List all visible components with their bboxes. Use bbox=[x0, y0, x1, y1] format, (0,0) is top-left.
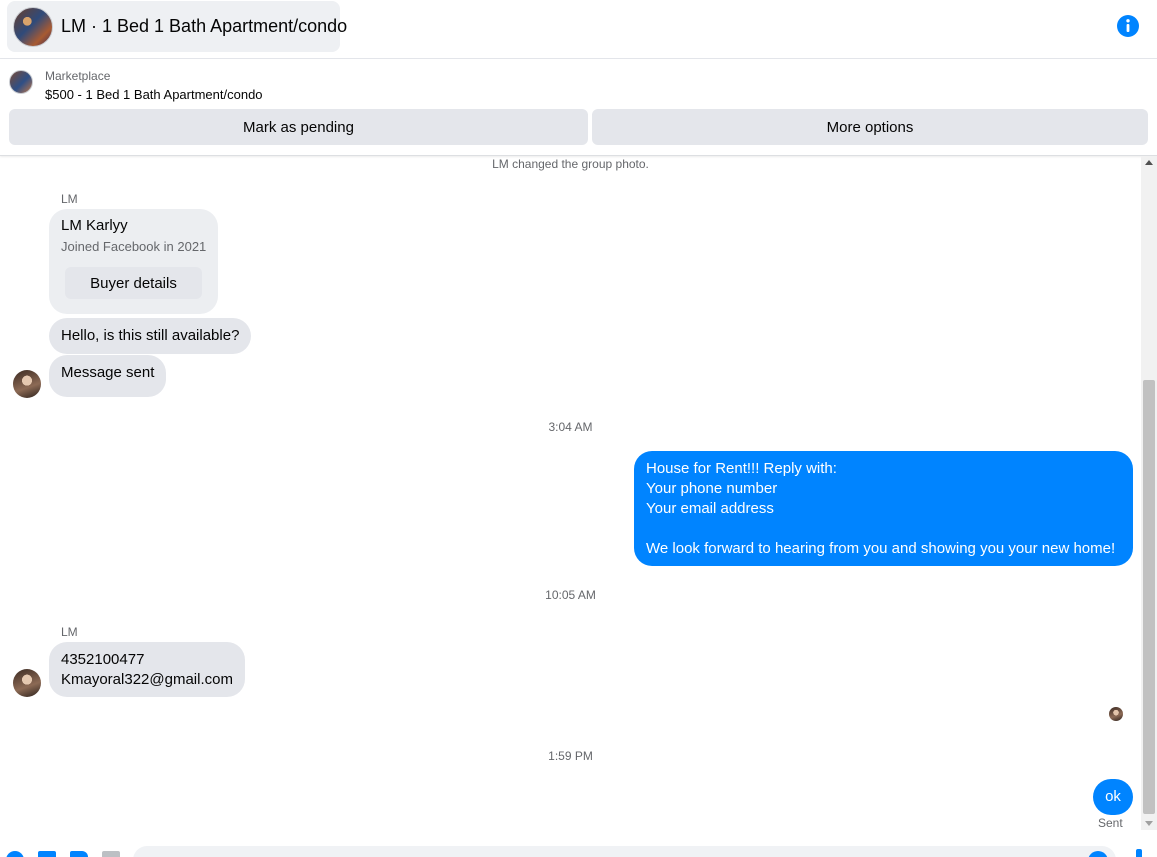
info-icon[interactable] bbox=[1117, 15, 1139, 37]
mark-as-pending-button[interactable]: Mark as pending bbox=[9, 109, 588, 145]
contact-avatar[interactable] bbox=[13, 669, 41, 697]
gallery-icon[interactable] bbox=[38, 851, 56, 857]
sender-name: LM bbox=[61, 192, 78, 206]
thread-scrollbar[interactable] bbox=[1141, 156, 1157, 830]
seen-by-avatar bbox=[1109, 707, 1123, 721]
system-note: LM changed the group photo. bbox=[492, 157, 649, 171]
buyer-card: LM Karlyy Joined Facebook in 2021 Buyer … bbox=[49, 209, 218, 314]
message-bubble-incoming[interactable]: Hello, is this still available? bbox=[49, 318, 252, 354]
timestamp: 10:05 AM bbox=[545, 588, 596, 602]
message-bubble-outgoing[interactable]: House for Rent!!! Reply with: Your phone… bbox=[634, 451, 1133, 566]
sticker-icon[interactable] bbox=[70, 851, 88, 857]
message-bubble-incoming[interactable]: Message sent bbox=[49, 355, 167, 397]
scroll-down-arrow-icon[interactable] bbox=[1145, 821, 1153, 826]
message-line: 4352100477 bbox=[61, 651, 145, 668]
buyer-joined: Joined Facebook in 2021 bbox=[61, 239, 207, 254]
listing-thumbnail[interactable] bbox=[9, 70, 33, 94]
message-input[interactable] bbox=[133, 846, 1116, 857]
message-line: House for Rent!!! Reply with: bbox=[646, 460, 837, 477]
conversation-title: LM · 1 Bed 1 Bath Apartment/condo bbox=[61, 16, 348, 36]
buyer-name: LM Karlyy bbox=[61, 217, 128, 234]
message-bubble-incoming[interactable]: 4352100477 Kmayoral322@gmail.com bbox=[49, 642, 245, 697]
message-line: Your email address bbox=[646, 500, 774, 517]
conversation-title-chip[interactable]: LM · 1 Bed 1 Bath Apartment/condo bbox=[7, 1, 347, 52]
scrollbar-thumb[interactable] bbox=[1143, 380, 1155, 814]
message-bubble-outgoing[interactable]: ok bbox=[1093, 779, 1133, 815]
group-avatar bbox=[13, 6, 53, 47]
scroll-up-arrow-icon[interactable] bbox=[1145, 160, 1153, 165]
sender-name: LM bbox=[61, 625, 78, 639]
marketplace-label: Marketplace bbox=[45, 69, 111, 83]
marketplace-bar: Marketplace $500 - 1 Bed 1 Bath Apartmen… bbox=[0, 59, 1157, 156]
plus-icon[interactable] bbox=[6, 851, 24, 857]
message-line: Your phone number bbox=[646, 480, 778, 497]
listing-title[interactable]: $500 - 1 Bed 1 Bath Apartment/condo bbox=[45, 87, 263, 102]
contact-avatar[interactable] bbox=[13, 370, 41, 398]
gif-icon[interactable] bbox=[102, 851, 120, 857]
message-line: We look forward to hearing from you and … bbox=[646, 540, 1116, 557]
timestamp: 3:04 AM bbox=[548, 420, 593, 434]
timestamp: 1:59 PM bbox=[548, 749, 593, 763]
message-thread: LM changed the group photo. LM LM Karlyy… bbox=[0, 156, 1141, 840]
message-line: Kmayoral322@gmail.com bbox=[61, 671, 233, 688]
message-status: Sent bbox=[1098, 816, 1123, 830]
chat-header: LM · 1 Bed 1 Bath Apartment/condo bbox=[0, 0, 1157, 59]
message-composer bbox=[0, 840, 1157, 857]
more-options-button[interactable]: More options bbox=[592, 109, 1148, 145]
buyer-details-button[interactable]: Buyer details bbox=[65, 267, 202, 299]
like-icon[interactable] bbox=[1136, 849, 1142, 857]
